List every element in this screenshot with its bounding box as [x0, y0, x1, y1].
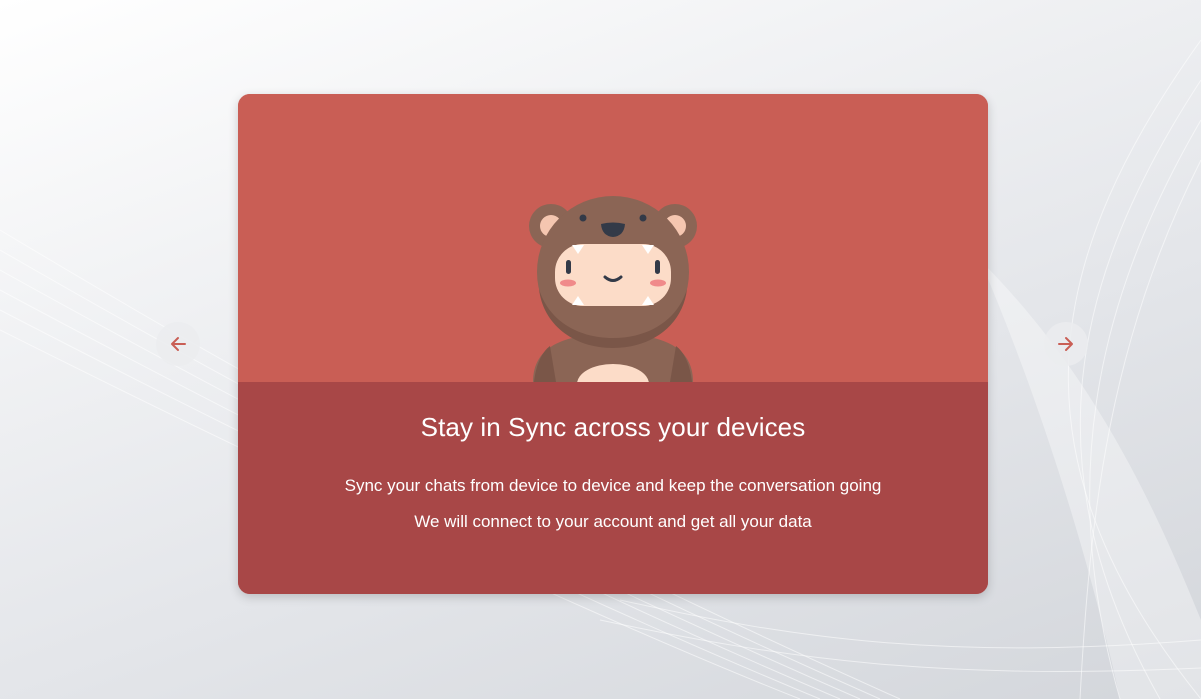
- arrow-left-icon: [171, 337, 186, 351]
- arrow-right-icon: [1058, 337, 1073, 351]
- previous-slide-button[interactable]: [156, 322, 200, 366]
- onboarding-slide-card: Stay in Sync across your devices Sync yo…: [238, 94, 988, 594]
- slide-description-2: We will connect to your account and get …: [414, 512, 812, 531]
- bear-costume-illustration: [529, 196, 697, 382]
- slide-description-1: Sync your chats from device to device an…: [344, 476, 882, 495]
- slide-illustration: [238, 94, 988, 382]
- slide-info-panel: Stay in Sync across your devices Sync yo…: [238, 382, 988, 594]
- slide-title: Stay in Sync across your devices: [420, 412, 806, 442]
- next-slide-button[interactable]: [1044, 322, 1088, 366]
